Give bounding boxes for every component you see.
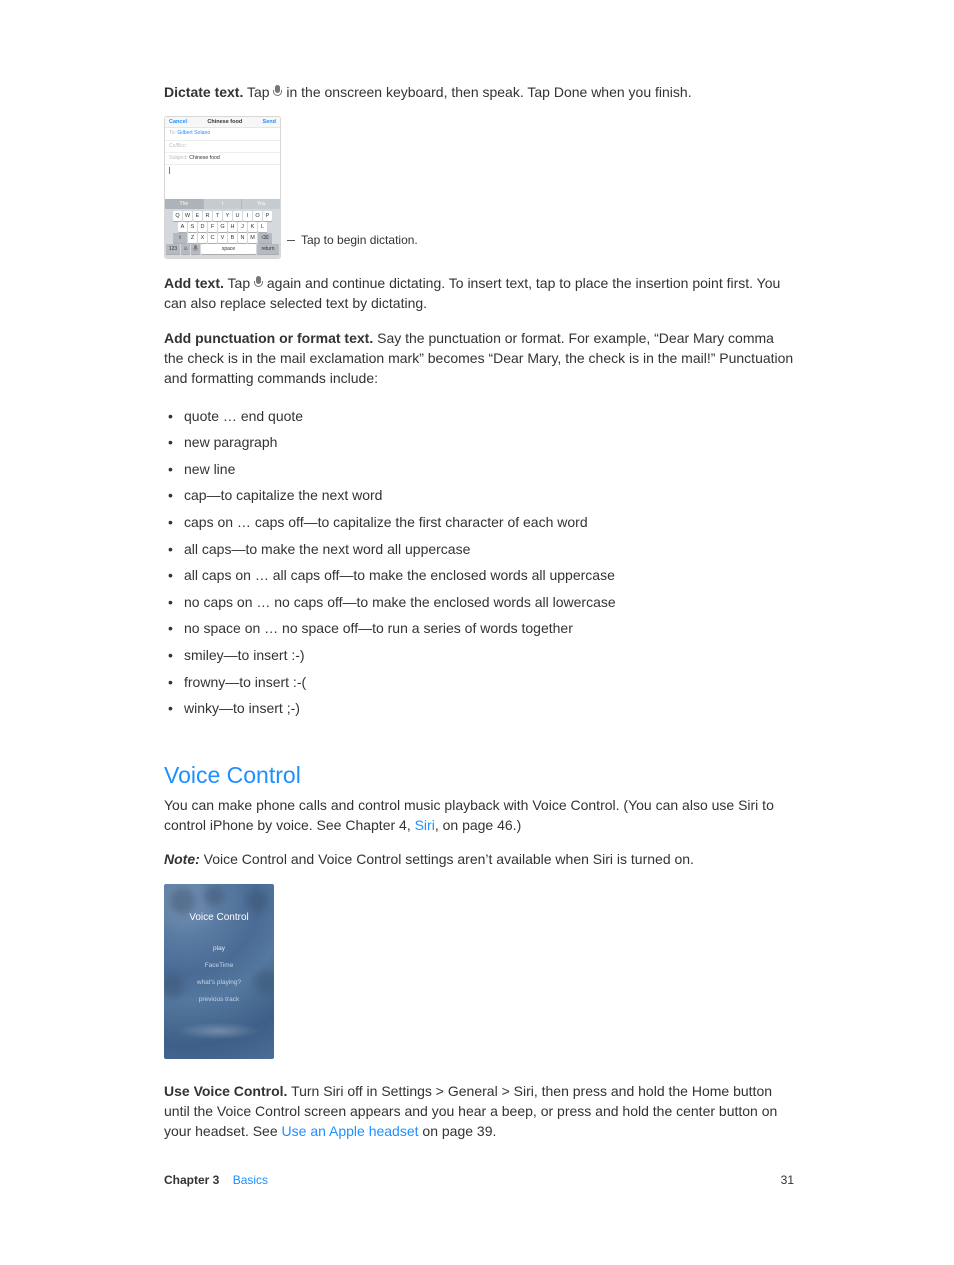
cc-field[interactable]: Cc/Bcc: bbox=[165, 141, 280, 153]
key-f[interactable]: F bbox=[208, 222, 217, 232]
list-item: all caps—to make the next word all upper… bbox=[164, 536, 794, 563]
chapter-name: Basics bbox=[233, 1173, 268, 1187]
dictate-label: Dictate text. bbox=[164, 84, 243, 100]
numbers-key[interactable]: 123 bbox=[166, 244, 180, 254]
commands-list: quote … end quotenew paragraphnew lineca… bbox=[164, 403, 794, 722]
shift-key[interactable]: ⇧ bbox=[173, 233, 187, 243]
list-item: new paragraph bbox=[164, 429, 794, 456]
key-i[interactable]: I bbox=[243, 211, 252, 221]
vc-item: play bbox=[164, 945, 274, 952]
key-x[interactable]: X bbox=[198, 233, 207, 243]
return-key[interactable]: return bbox=[257, 244, 279, 254]
list-item: no caps on … no caps off—to make the enc… bbox=[164, 589, 794, 616]
key-s[interactable]: S bbox=[188, 222, 197, 232]
list-item: smiley—to insert :-) bbox=[164, 642, 794, 669]
callout-text: Tap to begin dictation. bbox=[301, 233, 418, 247]
key-w[interactable]: W bbox=[183, 211, 192, 221]
key-l[interactable]: L bbox=[258, 222, 267, 232]
voice-control-note: Note: Voice Control and Voice Control se… bbox=[164, 849, 794, 869]
punctuation-paragraph: Add punctuation or format text. Say the … bbox=[164, 328, 794, 389]
key-v[interactable]: V bbox=[218, 233, 227, 243]
list-item: winky—to insert ;-) bbox=[164, 695, 794, 722]
dictate-pre: Tap bbox=[243, 84, 273, 100]
backspace-key[interactable]: ⌫ bbox=[258, 233, 272, 243]
microphone-icon bbox=[193, 245, 198, 253]
page-footer: Chapter 3 Basics 31 bbox=[164, 1173, 794, 1187]
cancel-button[interactable]: Cancel bbox=[169, 119, 187, 125]
list-item: quote … end quote bbox=[164, 403, 794, 430]
siri-link[interactable]: Siri bbox=[415, 817, 435, 833]
key-h[interactable]: H bbox=[228, 222, 237, 232]
subject-field[interactable]: Subject: Chinese food bbox=[165, 153, 280, 165]
dictate-paragraph: Dictate text. Tap in the onscreen keyboa… bbox=[164, 82, 794, 102]
key-u[interactable]: U bbox=[233, 211, 242, 221]
microphone-icon bbox=[273, 85, 282, 99]
send-button[interactable]: Send bbox=[263, 119, 276, 125]
suggestion[interactable]: The bbox=[165, 199, 204, 209]
chapter-label: Chapter 3 bbox=[164, 1173, 219, 1187]
note-body: Voice Control and Voice Control settings… bbox=[200, 851, 694, 867]
key-o[interactable]: O bbox=[253, 211, 262, 221]
microphone-icon bbox=[254, 276, 263, 290]
key-r[interactable]: R bbox=[203, 211, 212, 221]
dictate-post: in the onscreen keyboard, then speak. Ta… bbox=[282, 84, 691, 100]
key-d[interactable]: D bbox=[198, 222, 207, 232]
punctuation-label: Add punctuation or format text. bbox=[164, 330, 373, 346]
list-item: caps on … caps off—to capitalize the fir… bbox=[164, 509, 794, 536]
key-z[interactable]: Z bbox=[188, 233, 197, 243]
list-item: all caps on … all caps off—to make the e… bbox=[164, 562, 794, 589]
compose-title: Chinese food bbox=[207, 119, 242, 125]
use-voice-control-paragraph: Use Voice Control. Turn Siri off in Sett… bbox=[164, 1081, 794, 1142]
emoji-key[interactable]: ☺ bbox=[181, 244, 190, 254]
key-j[interactable]: J bbox=[238, 222, 247, 232]
suggestion[interactable]: You bbox=[242, 199, 280, 209]
key-y[interactable]: Y bbox=[223, 211, 232, 221]
key-g[interactable]: G bbox=[218, 222, 227, 232]
add-text-paragraph: Add text. Tap again and continue dictati… bbox=[164, 273, 794, 314]
apple-headset-link[interactable]: Use an Apple headset bbox=[282, 1123, 419, 1139]
keyboard: QWERTYUIOP ASDFGHJKL ⇧ZXCVBNM⌫ 123 ☺ spa… bbox=[165, 209, 280, 258]
document-page: Dictate text. Tap in the onscreen keyboa… bbox=[0, 0, 954, 1265]
voice-control-intro: You can make phone calls and control mus… bbox=[164, 795, 794, 836]
voice-control-screenshot: Voice Control play FaceTime what's playi… bbox=[164, 884, 274, 1059]
text-cursor bbox=[169, 167, 170, 174]
list-item: no space on … no space off—to run a seri… bbox=[164, 615, 794, 642]
key-b[interactable]: B bbox=[228, 233, 237, 243]
chapter-info: Chapter 3 Basics bbox=[164, 1173, 268, 1187]
to-field[interactable]: To: Gilbert Solano bbox=[165, 128, 280, 140]
key-q[interactable]: Q bbox=[173, 211, 182, 221]
list-item: frowny—to insert :-( bbox=[164, 669, 794, 696]
key-t[interactable]: T bbox=[213, 211, 222, 221]
key-e[interactable]: E bbox=[193, 211, 202, 221]
space-key[interactable]: space bbox=[201, 244, 256, 254]
iphone-compose-figure: Cancel Chinese food Send To: Gilbert Sol… bbox=[164, 116, 794, 259]
key-c[interactable]: C bbox=[208, 233, 217, 243]
vc-item: FaceTime bbox=[164, 962, 274, 969]
key-p[interactable]: P bbox=[263, 211, 272, 221]
suggestion[interactable]: I bbox=[204, 199, 243, 209]
callout-leader-line bbox=[287, 240, 295, 241]
key-n[interactable]: N bbox=[238, 233, 247, 243]
use-vc-label: Use Voice Control. bbox=[164, 1083, 287, 1099]
voice-control-heading: Voice Control bbox=[164, 762, 794, 789]
add-text-pre: Tap bbox=[224, 275, 254, 291]
key-m[interactable]: M bbox=[248, 233, 257, 243]
vc-item: previous track bbox=[164, 996, 274, 1003]
dictation-key[interactable] bbox=[191, 244, 200, 254]
suggestion-bar: The I You bbox=[165, 199, 280, 209]
list-item: new line bbox=[164, 456, 794, 483]
add-text-label: Add text. bbox=[164, 275, 224, 291]
key-k[interactable]: K bbox=[248, 222, 257, 232]
note-label: Note: bbox=[164, 851, 200, 867]
compose-header: Cancel Chinese food Send bbox=[165, 117, 280, 128]
message-body[interactable] bbox=[165, 165, 280, 199]
key-a[interactable]: A bbox=[178, 222, 187, 232]
list-item: cap—to capitalize the next word bbox=[164, 482, 794, 509]
page-number: 31 bbox=[781, 1173, 794, 1187]
iphone-frame: Cancel Chinese food Send To: Gilbert Sol… bbox=[164, 116, 281, 259]
